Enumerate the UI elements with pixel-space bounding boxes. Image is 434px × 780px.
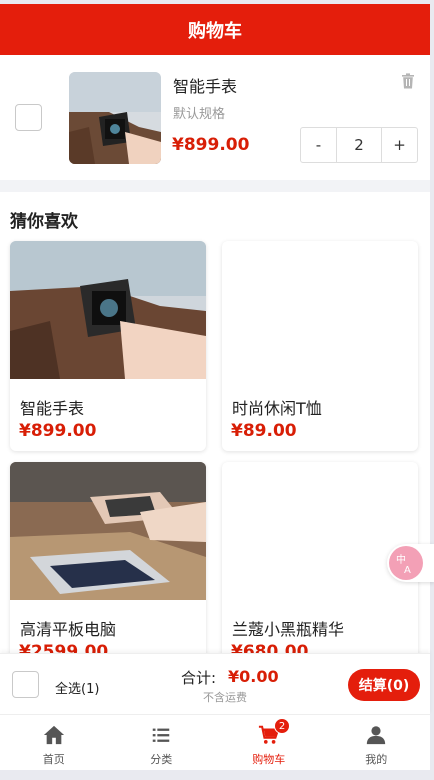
cart-item-name: 智能手表	[173, 77, 238, 96]
translate-button[interactable]: 中 A	[387, 544, 434, 582]
scrollbar-track	[430, 0, 434, 780]
tab-label: 首页	[42, 753, 65, 766]
quantity-stepper: - 2 +	[300, 127, 418, 163]
product-price: ¥899.00	[19, 421, 97, 441]
tab-home[interactable]: 首页	[0, 715, 108, 770]
product-card[interactable]: 高清平板电脑 ¥2599.00	[10, 462, 206, 672]
product-name: 兰蔻小黑瓶精华	[232, 620, 345, 639]
select-all-label[interactable]: 全选(1)	[55, 678, 99, 697]
product-card[interactable]: 时尚休闲T恤 ¥89.00	[222, 241, 418, 451]
user-icon	[367, 726, 386, 745]
product-card[interactable]: 智能手表 ¥899.00	[10, 241, 206, 451]
tab-category[interactable]: 分类	[108, 715, 216, 770]
item-checkbox[interactable]	[15, 104, 42, 131]
tab-profile[interactable]: 我的	[323, 715, 431, 770]
product-image	[10, 241, 206, 379]
list-icon	[153, 728, 170, 742]
page-title: 购物车	[188, 20, 242, 42]
decrease-button[interactable]: -	[301, 128, 336, 162]
page-header: 购物车	[0, 4, 430, 55]
bottom-tab-bar: 首页 分类 2 购物车 我的	[0, 714, 430, 770]
cart-item: 智能手表 默认规格 ¥899.00 - 2 +	[0, 55, 430, 180]
delete-icon[interactable]	[401, 73, 415, 89]
tab-cart[interactable]: 2 购物车	[215, 715, 323, 770]
total-label: 合计:	[181, 669, 217, 687]
section-title: 猜你喜欢	[10, 212, 78, 232]
product-image	[222, 241, 418, 379]
product-image-smartwatch[interactable]	[69, 72, 161, 164]
increase-button[interactable]: +	[382, 128, 417, 162]
cart-item-spec: 默认规格	[173, 107, 226, 122]
home-icon	[43, 725, 64, 745]
quantity-value[interactable]: 2	[336, 128, 382, 162]
bottom-strip	[0, 770, 434, 780]
checkout-bar: 全选(1) 合计: ¥0.00 不含运费 结算(0)	[0, 653, 430, 714]
svg-text:A: A	[404, 565, 411, 576]
product-price: ¥89.00	[231, 421, 297, 441]
cart-item-price: ¥899.00	[172, 135, 250, 155]
checkout-button[interactable]: 结算(0)	[348, 669, 420, 701]
product-name: 高清平板电脑	[20, 620, 117, 639]
product-name: 时尚休闲T恤	[232, 399, 322, 418]
total-value: ¥0.00	[228, 667, 279, 686]
tab-label: 购物车	[252, 753, 286, 766]
product-image	[10, 462, 206, 600]
product-name: 智能手表	[20, 399, 85, 418]
recommend-section: 猜你喜欢 智能手表 ¥899.00 时尚休闲T恤 ¥89.00 高清平板电脑 ¥…	[0, 192, 430, 672]
tab-label: 分类	[150, 753, 173, 766]
translate-icon: 中 A	[389, 546, 423, 580]
tab-label: 我的	[365, 753, 388, 766]
shipping-note: 不含运费	[203, 691, 247, 704]
select-all-checkbox[interactable]	[12, 671, 39, 698]
cart-count-badge: 2	[274, 718, 290, 734]
